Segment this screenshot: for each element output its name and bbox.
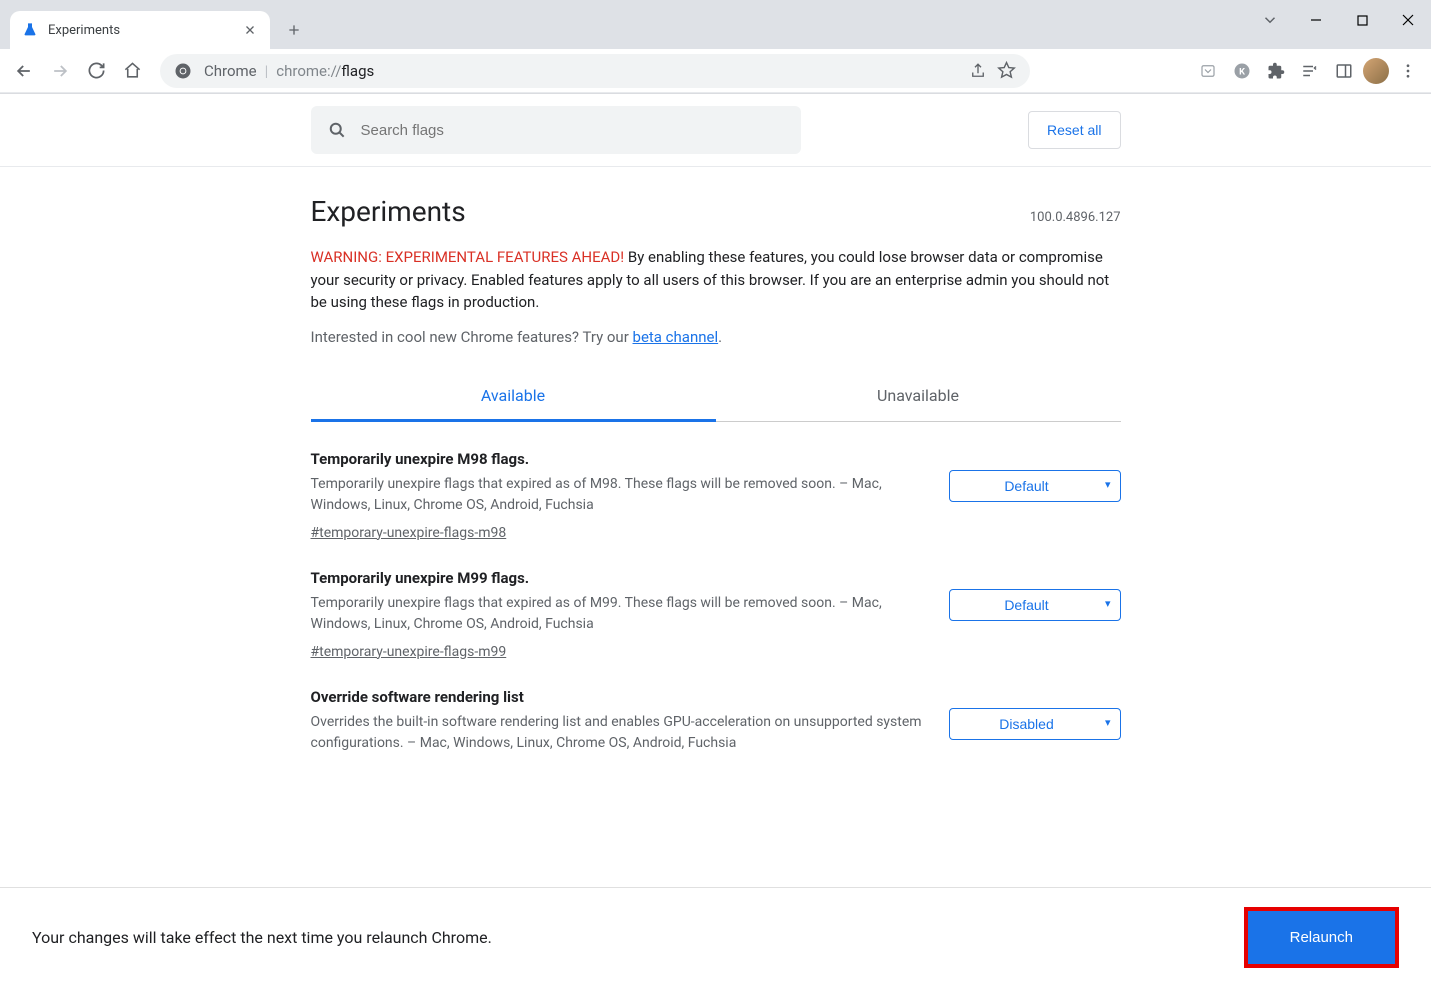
browser-tab[interactable]: Experiments (10, 11, 270, 49)
flag-description: Temporarily unexpire flags that expired … (311, 593, 929, 635)
url-text: Chrome | chrome://flags (204, 62, 374, 80)
relaunch-button[interactable]: Relaunch (1248, 911, 1395, 964)
flag-select[interactable]: Disabled (949, 708, 1121, 740)
svg-text:K: K (1239, 67, 1245, 77)
flag-item: Temporarily unexpire M99 flags. Temporar… (311, 541, 1121, 660)
page-viewport[interactable]: Reset all Experiments 100.0.4896.127 WAR… (0, 93, 1431, 987)
extension-k-icon[interactable]: K (1227, 56, 1257, 86)
search-icon (327, 120, 347, 140)
relaunch-banner: Your changes will take effect the next t… (0, 887, 1431, 987)
back-button[interactable] (8, 55, 40, 87)
tab-title: Experiments (48, 23, 242, 38)
share-icon[interactable] (969, 62, 987, 80)
home-button[interactable] (116, 55, 148, 87)
reading-list-icon[interactable] (1295, 56, 1325, 86)
flag-description: Temporarily unexpire flags that expired … (311, 474, 929, 516)
menu-dots-icon[interactable] (1393, 56, 1423, 86)
flag-item: Temporarily unexpire M98 flags. Temporar… (311, 422, 1121, 541)
tabs-row: Available Unavailable (311, 374, 1121, 422)
search-box (311, 106, 801, 154)
flag-select[interactable]: Default (949, 589, 1121, 621)
new-tab-button[interactable] (280, 16, 308, 44)
reload-button[interactable] (80, 55, 112, 87)
maximize-button[interactable] (1339, 4, 1385, 36)
flag-permalink[interactable]: #temporary-unexpire-flags-m98 (311, 525, 507, 541)
tab-search-icon[interactable] (1247, 4, 1293, 36)
flag-title: Temporarily unexpire M99 flags. (311, 569, 929, 587)
close-button[interactable] (1385, 4, 1431, 36)
extension-pocket-icon[interactable] (1193, 56, 1223, 86)
flag-select[interactable]: Default (949, 470, 1121, 502)
browser-toolbar: Chrome | chrome://flags K (0, 49, 1431, 93)
chrome-icon (174, 62, 192, 80)
warning-text: WARNING: EXPERIMENTAL FEATURES AHEAD! By… (311, 238, 1121, 328)
flask-icon (22, 22, 38, 38)
tab-available[interactable]: Available (311, 374, 716, 422)
tab-close-icon[interactable] (242, 22, 258, 38)
flag-item: Override software rendering list Overrid… (311, 660, 1121, 760)
minimize-button[interactable] (1293, 4, 1339, 36)
search-input[interactable] (361, 122, 785, 139)
flag-title: Override software rendering list (311, 688, 929, 706)
relaunch-highlight: Relaunch (1244, 907, 1399, 968)
profile-avatar[interactable] (1363, 58, 1389, 84)
flag-permalink[interactable]: #temporary-unexpire-flags-m99 (311, 644, 507, 660)
version-label: 100.0.4896.127 (1030, 210, 1121, 225)
address-bar[interactable]: Chrome | chrome://flags (160, 54, 1030, 88)
flag-title: Temporarily unexpire M98 flags. (311, 450, 929, 468)
window-controls (1247, 0, 1431, 40)
beta-line: Interested in cool new Chrome features? … (311, 328, 1121, 374)
browser-titlebar: Experiments (0, 0, 1431, 49)
page-title: Experiments (311, 195, 466, 228)
tab-unavailable[interactable]: Unavailable (716, 374, 1121, 421)
beta-channel-link[interactable]: beta channel (633, 328, 719, 346)
side-panel-icon[interactable] (1329, 56, 1359, 86)
flag-description: Overrides the built-in software renderin… (311, 712, 929, 754)
relaunch-message: Your changes will take effect the next t… (32, 928, 492, 947)
extensions-puzzle-icon[interactable] (1261, 56, 1291, 86)
search-row: Reset all (311, 94, 1121, 166)
bookmark-star-icon[interactable] (997, 61, 1016, 80)
forward-button[interactable] (44, 55, 76, 87)
reset-all-button[interactable]: Reset all (1028, 111, 1120, 149)
